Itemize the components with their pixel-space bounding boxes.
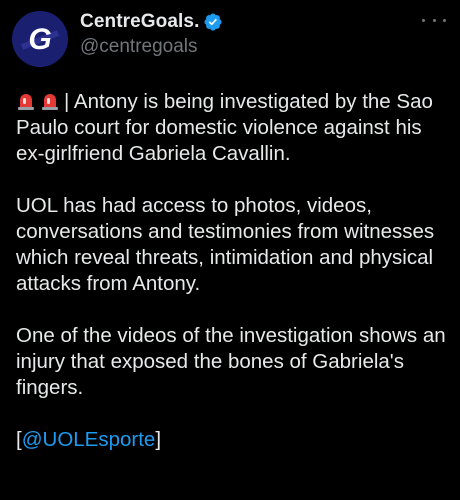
avatar[interactable]: G [12,11,68,67]
svg-text:G: G [28,23,51,56]
tweet-paragraph-4: [@UOLEsporte] [16,427,452,453]
tweet-paragraph-1: | Antony is being investigated by the Sa… [16,89,452,167]
siren-icon [16,91,36,111]
tweet-paragraph-3: One of the videos of the investigation s… [16,324,446,399]
more-options-icon[interactable] [422,10,446,30]
display-name[interactable]: CentreGoals. [80,11,199,33]
author-handle[interactable]: @centregoals [80,36,223,58]
verified-badge-icon [203,12,223,32]
paragraph-1-text: | Antony is being investigated by the Sa… [16,90,433,165]
siren-icon [40,91,60,111]
mention-link[interactable]: @UOLEsporte [22,428,156,451]
centregoals-logo-icon: G [12,11,68,67]
tweet-text: | Antony is being investigated by the Sa… [16,89,452,479]
tweet-header: G CentreGoals. @centregoals [0,0,460,75]
tweet-paragraph-2: UOL has had access to photos, videos, co… [16,194,435,295]
bracket-close: ] [155,428,162,451]
author-info: CentreGoals. @centregoals [80,10,223,58]
